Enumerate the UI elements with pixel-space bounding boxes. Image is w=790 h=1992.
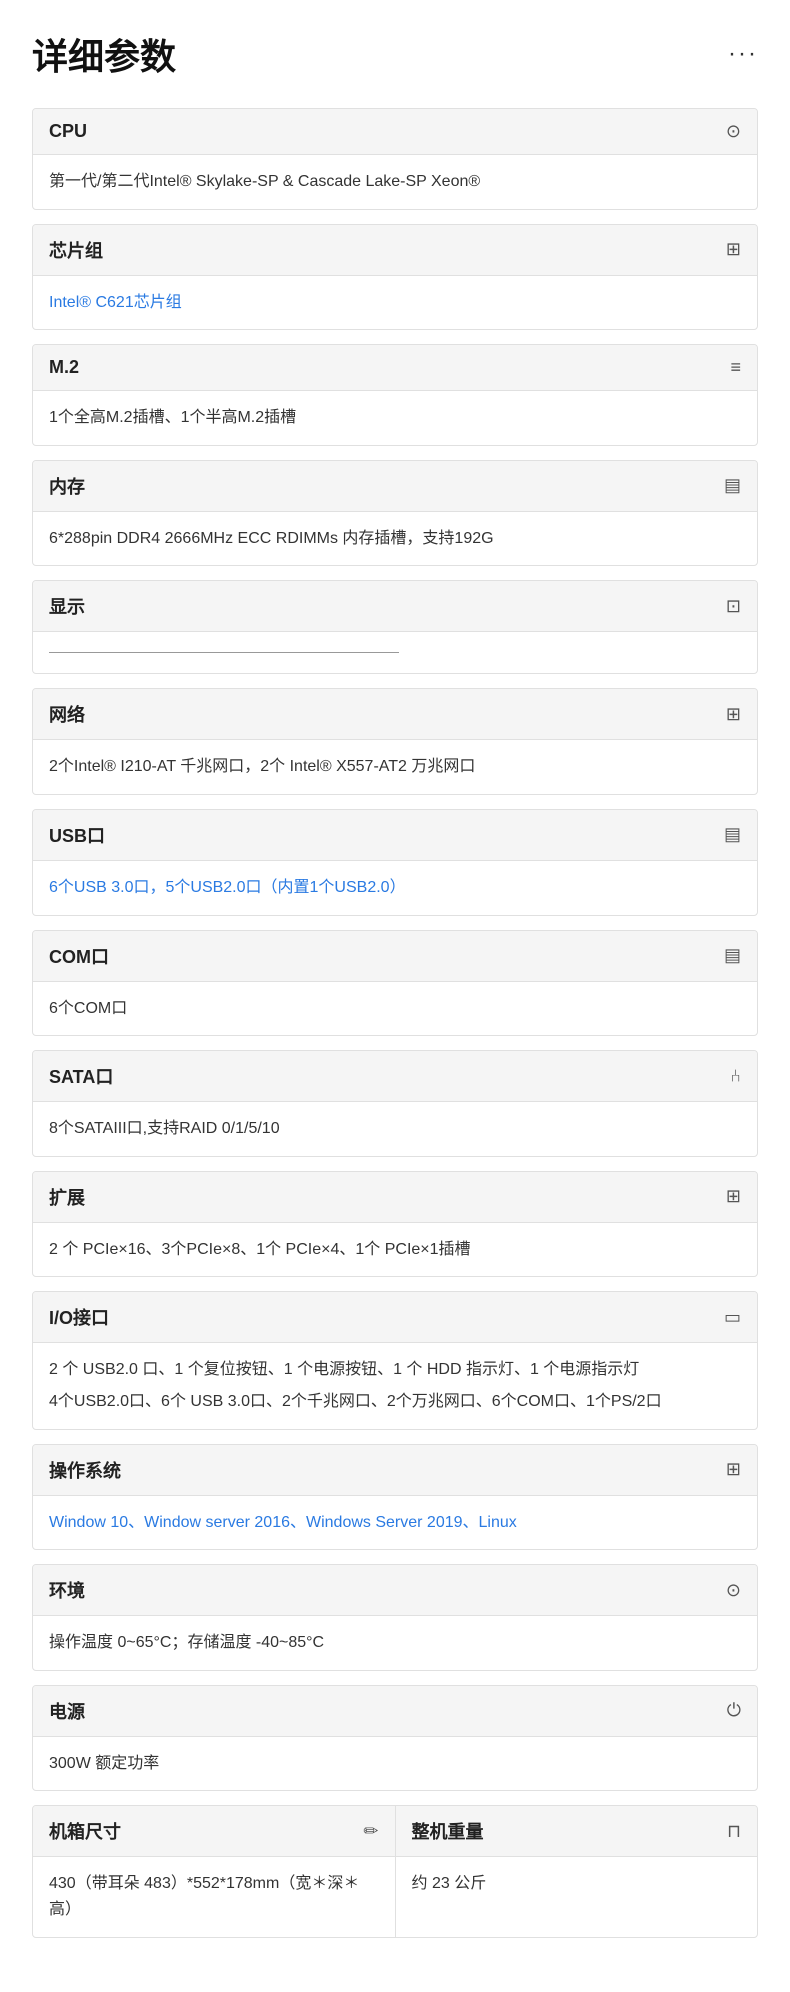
io-line1: 2 个 USB2.0 口、1 个复位按钮、1 个电源按钮、1 个 HDD 指示灯… bbox=[49, 1357, 741, 1383]
section-memory: 内存 ▤ 6*288pin DDR4 2666MHz ECC RDIMMs 内存… bbox=[32, 460, 758, 567]
chipset-link[interactable]: Intel® C621芯片组 bbox=[49, 294, 182, 311]
section-header-dimensions: 机箱尺寸 ✏ bbox=[33, 1806, 395, 1857]
page-title: 详细参数 bbox=[32, 28, 176, 80]
section-body-display bbox=[33, 632, 757, 673]
section-header-os: 操作系统 ⊞ bbox=[33, 1445, 757, 1496]
section-title-m2: M.2 bbox=[49, 357, 79, 378]
os-link[interactable]: Window 10、Window server 2016、Windows Ser… bbox=[49, 1514, 517, 1531]
section-header-sata: SATA口 ⑃ bbox=[33, 1051, 757, 1102]
more-menu-button[interactable]: ··· bbox=[728, 40, 758, 68]
section-title-network: 网络 bbox=[49, 701, 85, 727]
weight-icon: ⊓ bbox=[727, 1821, 741, 1842]
section-header-expansion: 扩展 ⊞ bbox=[33, 1172, 757, 1223]
section-header-weight: 整机重量 ⊓ bbox=[396, 1806, 758, 1857]
network-icon: ⊞ bbox=[726, 704, 741, 725]
chipset-icon: ⊞ bbox=[726, 239, 741, 260]
sata-icon: ⑃ bbox=[730, 1066, 741, 1087]
env-icon: ⊙ bbox=[726, 1580, 741, 1601]
usb-link[interactable]: 6个USB 3.0口，5个USB2.0口（内置1个USB2.0） bbox=[49, 879, 406, 896]
section-header-com: COM口 ▤ bbox=[33, 931, 757, 982]
section-com: COM口 ▤ 6个COM口 bbox=[32, 930, 758, 1037]
section-body-expansion: 2 个 PCIe×16、3个PCIe×8、1个 PCIe×4、1个 PCIe×1… bbox=[33, 1223, 757, 1277]
section-expansion: 扩展 ⊞ 2 个 PCIe×16、3个PCIe×8、1个 PCIe×4、1个 P… bbox=[32, 1171, 758, 1278]
com-icon: ▤ bbox=[724, 945, 741, 966]
os-icon: ⊞ bbox=[726, 1459, 741, 1480]
section-title-os: 操作系统 bbox=[49, 1457, 121, 1483]
io-line2: 4个USB2.0口、6个 USB 3.0口、2个千兆网口、2个万兆网口、6个CO… bbox=[49, 1389, 741, 1415]
display-line bbox=[49, 652, 399, 653]
section-body-cpu: 第一代/第二代Intel® Skylake-SP & Cascade Lake-… bbox=[33, 155, 757, 209]
section-body-env: 操作温度 0~65°C；存储温度 -40~85°C bbox=[33, 1616, 757, 1670]
section-network: 网络 ⊞ 2个Intel® I210-AT 千兆网口，2个 Intel® X55… bbox=[32, 688, 758, 795]
section-dimensions: 机箱尺寸 ✏ 430（带耳朵 483）*552*178mm（宽＊深＊高） bbox=[33, 1806, 396, 1936]
section-body-m2: 1个全高M.2插槽、1个半高M.2插槽 bbox=[33, 391, 757, 445]
section-power: 电源 ⏻ 300W 额定功率 bbox=[32, 1685, 758, 1792]
section-cpu: CPU ⊙ 第一代/第二代Intel® Skylake-SP & Cascade… bbox=[32, 108, 758, 210]
dimensions-icon: ✏ bbox=[363, 1821, 378, 1842]
section-body-dimensions: 430（带耳朵 483）*552*178mm（宽＊深＊高） bbox=[33, 1857, 395, 1936]
section-body-power: 300W 额定功率 bbox=[33, 1737, 757, 1791]
section-env: 环境 ⊙ 操作温度 0~65°C；存储温度 -40~85°C bbox=[32, 1564, 758, 1671]
section-chipset: 芯片组 ⊞ Intel® C621芯片组 bbox=[32, 224, 758, 331]
section-body-chipset: Intel® C621芯片组 bbox=[33, 276, 757, 330]
section-body-weight: 约 23 公斤 bbox=[396, 1857, 758, 1911]
section-header-power: 电源 ⏻ bbox=[33, 1686, 757, 1737]
section-title-expansion: 扩展 bbox=[49, 1184, 85, 1210]
section-header-memory: 内存 ▤ bbox=[33, 461, 757, 512]
section-bottom: 机箱尺寸 ✏ 430（带耳朵 483）*552*178mm（宽＊深＊高） 整机重… bbox=[32, 1805, 758, 1937]
section-display: 显示 ⊡ bbox=[32, 580, 758, 674]
power-icon: ⏻ bbox=[727, 1700, 741, 1721]
section-title-com: COM口 bbox=[49, 943, 109, 969]
m2-icon: ≡ bbox=[730, 357, 741, 378]
section-body-memory: 6*288pin DDR4 2666MHz ECC RDIMMs 内存插槽，支持… bbox=[33, 512, 757, 566]
memory-icon: ▤ bbox=[724, 475, 741, 496]
section-title-power: 电源 bbox=[49, 1698, 85, 1724]
section-title-weight: 整机重量 bbox=[412, 1818, 484, 1844]
section-title-display: 显示 bbox=[49, 593, 85, 619]
section-title-usb: USB口 bbox=[49, 822, 105, 848]
section-body-com: 6个COM口 bbox=[33, 982, 757, 1036]
section-title-dimensions: 机箱尺寸 bbox=[49, 1818, 121, 1844]
display-icon: ⊡ bbox=[726, 596, 741, 617]
section-title-env: 环境 bbox=[49, 1577, 85, 1603]
io-icon: ▭ bbox=[724, 1307, 741, 1328]
section-title-cpu: CPU bbox=[49, 121, 87, 142]
section-body-sata: 8个SATAIII口,支持RAID 0/1/5/10 bbox=[33, 1102, 757, 1156]
section-header-display: 显示 ⊡ bbox=[33, 581, 757, 632]
expansion-icon: ⊞ bbox=[726, 1186, 741, 1207]
page-header: 详细参数 ··· bbox=[32, 28, 758, 80]
section-usb: USB口 ▤ 6个USB 3.0口，5个USB2.0口（内置1个USB2.0） bbox=[32, 809, 758, 916]
cpu-icon: ⊙ bbox=[726, 121, 741, 142]
section-header-m2: M.2 ≡ bbox=[33, 345, 757, 391]
section-sata: SATA口 ⑃ 8个SATAIII口,支持RAID 0/1/5/10 bbox=[32, 1050, 758, 1157]
usb-icon: ▤ bbox=[724, 824, 741, 845]
section-body-usb: 6个USB 3.0口，5个USB2.0口（内置1个USB2.0） bbox=[33, 861, 757, 915]
section-title-sata: SATA口 bbox=[49, 1063, 113, 1089]
section-title-chipset: 芯片组 bbox=[49, 237, 103, 263]
section-title-io: I/O接口 bbox=[49, 1304, 109, 1330]
section-body-network: 2个Intel® I210-AT 千兆网口，2个 Intel® X557-AT2… bbox=[33, 740, 757, 794]
section-m2: M.2 ≡ 1个全高M.2插槽、1个半高M.2插槽 bbox=[32, 344, 758, 446]
section-os: 操作系统 ⊞ Window 10、Window server 2016、Wind… bbox=[32, 1444, 758, 1551]
section-header-network: 网络 ⊞ bbox=[33, 689, 757, 740]
section-title-memory: 内存 bbox=[49, 473, 85, 499]
section-header-env: 环境 ⊙ bbox=[33, 1565, 757, 1616]
section-body-os: Window 10、Window server 2016、Windows Ser… bbox=[33, 1496, 757, 1550]
section-header-io: I/O接口 ▭ bbox=[33, 1292, 757, 1343]
section-io: I/O接口 ▭ 2 个 USB2.0 口、1 个复位按钮、1 个电源按钮、1 个… bbox=[32, 1291, 758, 1429]
section-weight: 整机重量 ⊓ 约 23 公斤 bbox=[396, 1806, 758, 1936]
section-header-cpu: CPU ⊙ bbox=[33, 109, 757, 155]
page-container: 详细参数 ··· CPU ⊙ 第一代/第二代Intel® Skylake-SP … bbox=[0, 0, 790, 1992]
section-body-io: 2 个 USB2.0 口、1 个复位按钮、1 个电源按钮、1 个 HDD 指示灯… bbox=[33, 1343, 757, 1428]
section-header-chipset: 芯片组 ⊞ bbox=[33, 225, 757, 276]
section-header-usb: USB口 ▤ bbox=[33, 810, 757, 861]
